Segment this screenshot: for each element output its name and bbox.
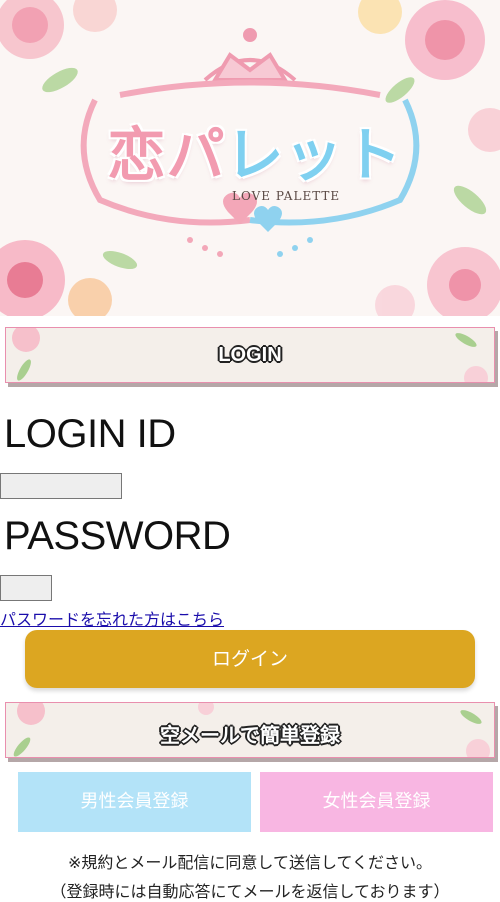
register-section-banner: 空メールで簡単登録 bbox=[5, 702, 495, 758]
register-banner-label: 空メールで簡単登録 bbox=[160, 725, 340, 747]
password-label: PASSWORD bbox=[4, 514, 231, 558]
male-register-button[interactable]: 男性会員登録 bbox=[18, 772, 251, 832]
login-banner-label: LOGIN bbox=[218, 344, 282, 366]
forgot-password-link[interactable]: パスワードを忘れた方はこちら bbox=[0, 606, 224, 630]
logo-text-part1: 恋パ bbox=[107, 121, 226, 189]
login-section-banner: LOGIN bbox=[5, 327, 495, 383]
logo-text-part2: レット bbox=[225, 121, 403, 189]
auto-reply-notice: （登録時には自動応答にてメールを返信しております） bbox=[50, 882, 450, 901]
password-input[interactable] bbox=[0, 575, 52, 601]
logo-text: 恋パレット bbox=[95, 108, 415, 192]
login-id-input[interactable] bbox=[0, 473, 122, 499]
login-button[interactable]: ログイン bbox=[25, 630, 475, 688]
hero-banner: 恋パレット LOVE PALETTE bbox=[0, 0, 500, 316]
terms-notice: ※規約とメール配信に同意して送信してください。 bbox=[68, 853, 432, 872]
logo-subtitle: LOVE PALETTE bbox=[232, 189, 341, 203]
female-register-button[interactable]: 女性会員登録 bbox=[260, 772, 493, 832]
login-id-label: LOGIN ID bbox=[4, 412, 176, 456]
